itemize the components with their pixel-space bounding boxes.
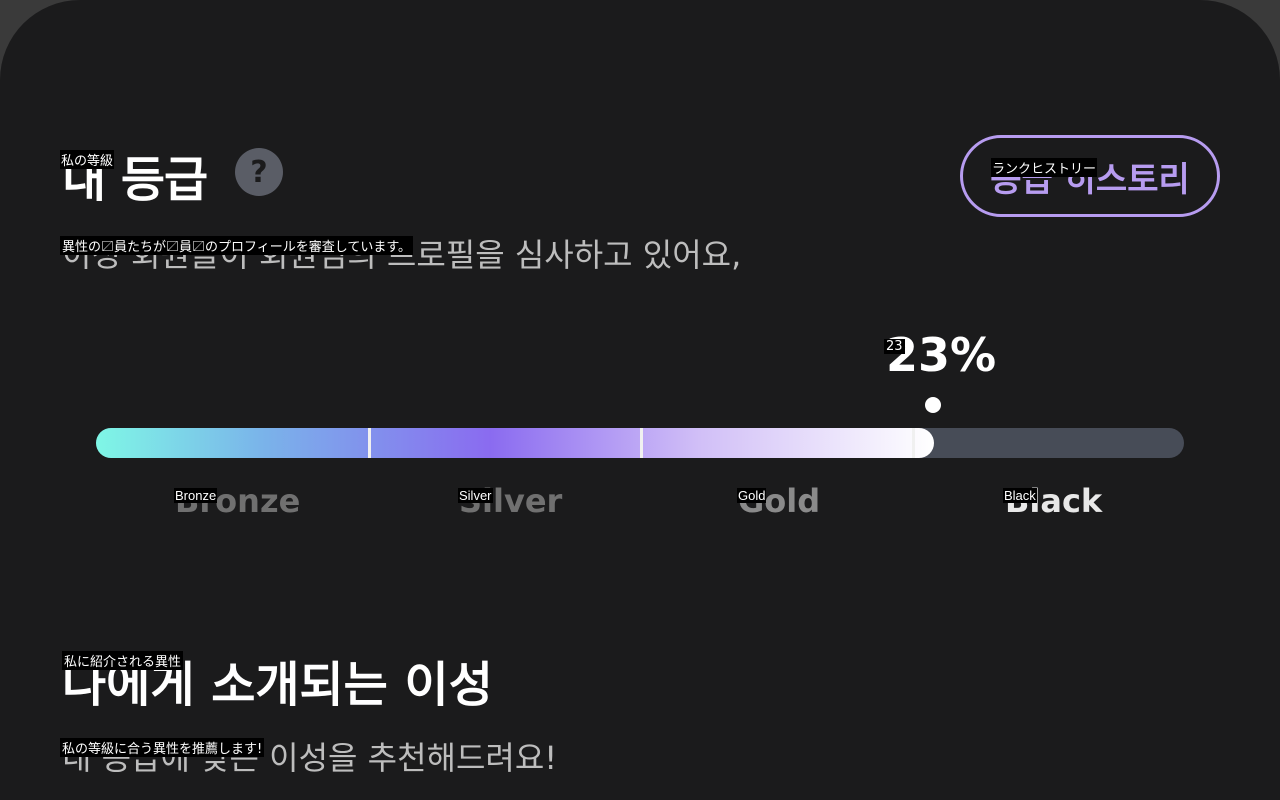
rank-description-translation: 異性の〼員たちが〼員〼のプロフィールを審査しています。 [60, 236, 414, 255]
progress-marker-dot [925, 397, 941, 413]
tier-divider [640, 428, 643, 458]
rank-title-translation: 私の等級 [60, 150, 115, 169]
recommend-description-translation: 私の等級に合う異性を推薦します! [60, 738, 265, 757]
tier-label-black-overlay: Black [1003, 488, 1037, 503]
rank-history-translation: ランクヒストリー [991, 158, 1098, 177]
tier-label-gold-overlay: Gold [737, 488, 767, 503]
question-circle-icon[interactable]: ? [235, 148, 283, 196]
tier-label-bronze-overlay: Bronze [174, 488, 218, 503]
progress-percent-translation: 23 [884, 339, 905, 354]
tier-divider [912, 428, 915, 458]
tier-divider [368, 428, 371, 458]
progress-percent: 23% [886, 328, 997, 382]
rank-panel: 내 등급 私の等級 ? 등급 히스토리 ランクヒストリー 이성 회원들이 회원님… [0, 0, 1280, 800]
tier-label-silver-overlay: Silver [458, 488, 493, 503]
rank-progress-track [96, 428, 1184, 458]
rank-progress-fill [96, 428, 934, 458]
recommend-title-translation: 私に紹介される異性 [62, 651, 184, 670]
